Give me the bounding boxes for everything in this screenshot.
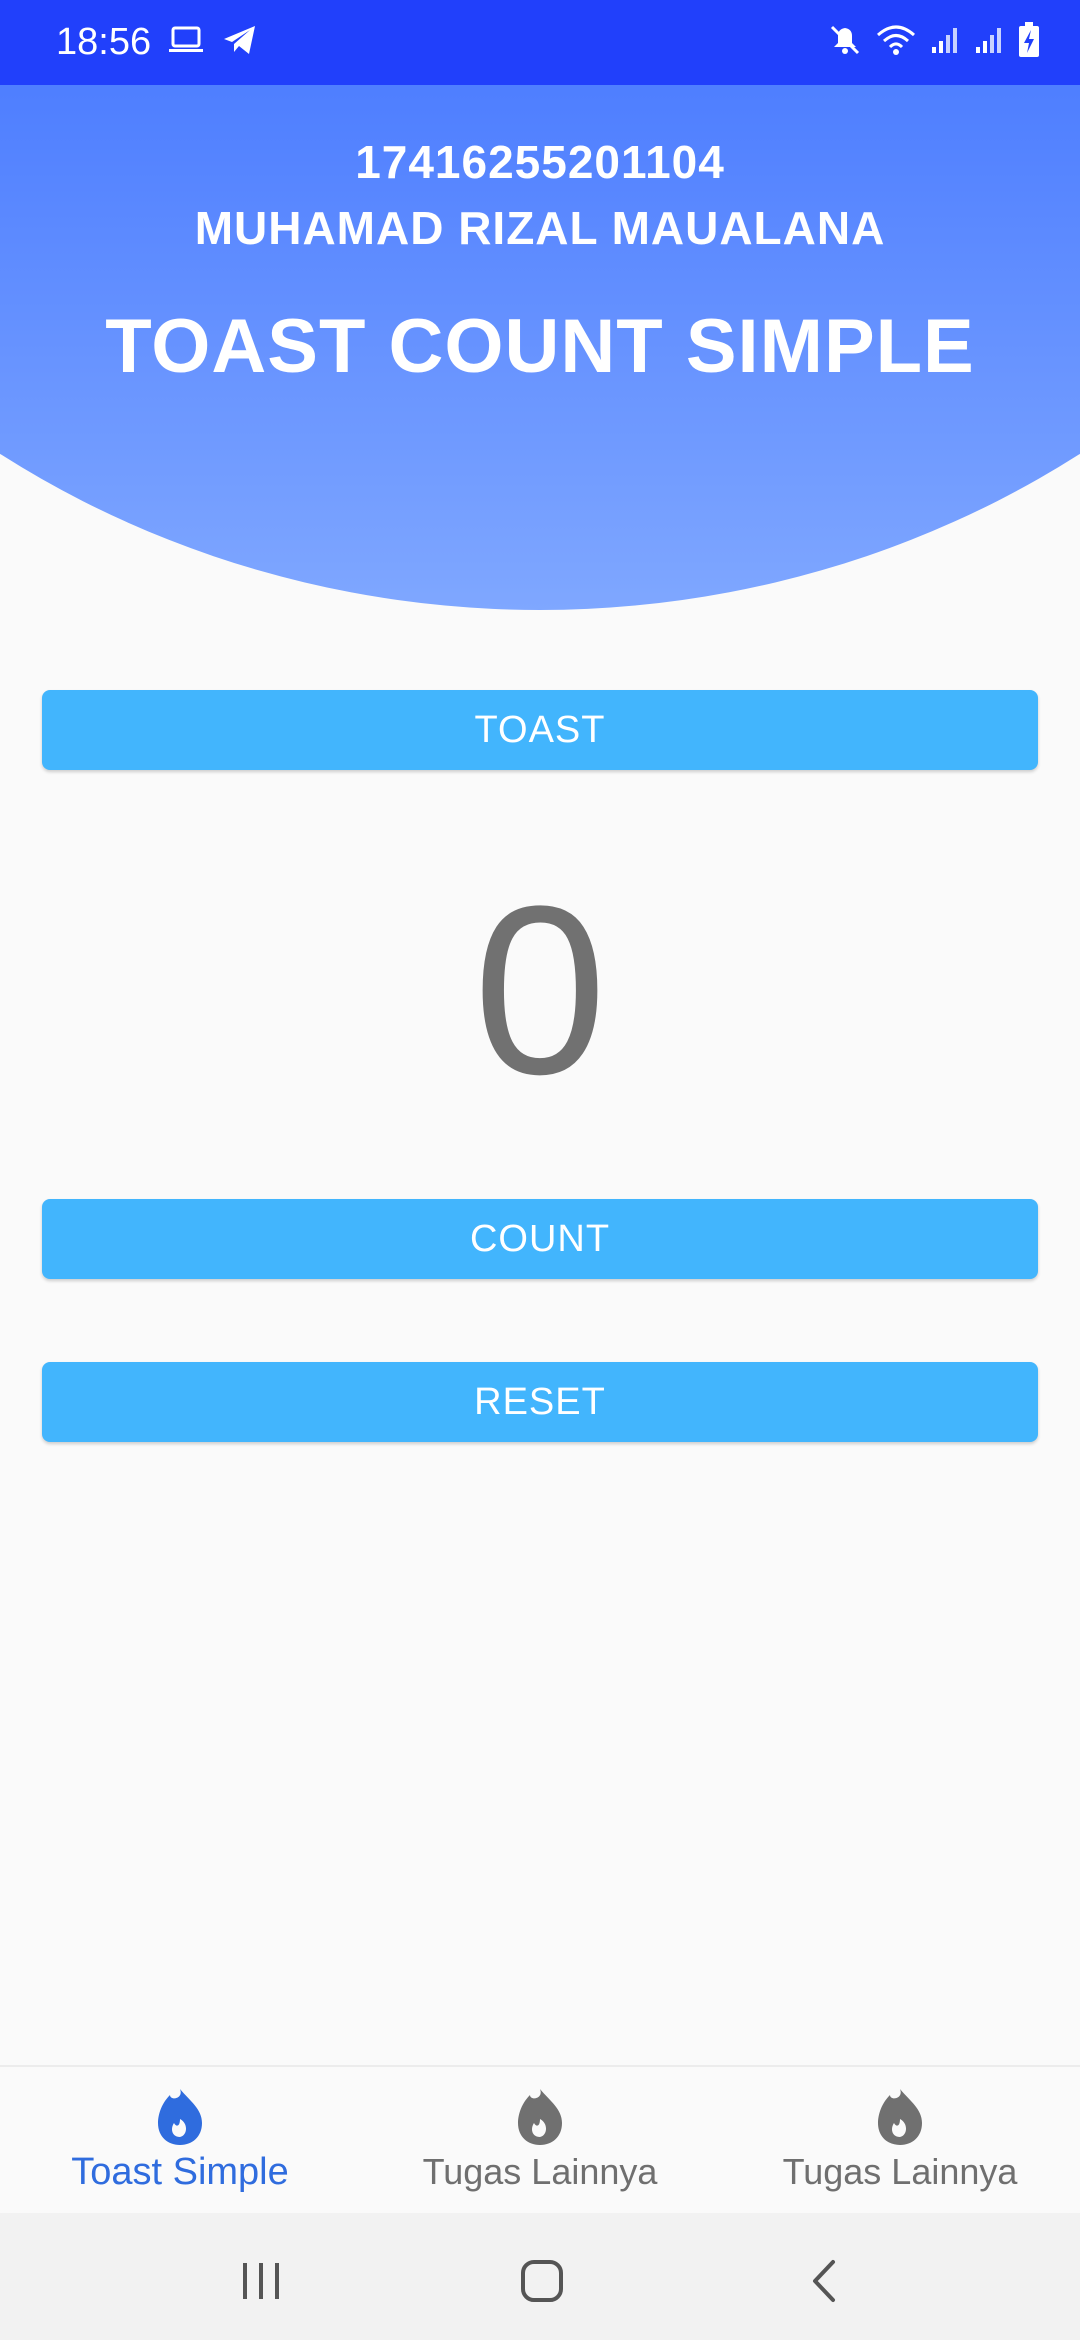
count-button[interactable]: COUNT (42, 1199, 1038, 1279)
nav-label: Toast Simple (71, 2151, 289, 2193)
status-right-icons (828, 22, 1040, 63)
toast-button[interactable]: TOAST (42, 690, 1038, 770)
home-icon (521, 2260, 563, 2302)
recents-icon (243, 2263, 279, 2299)
nav-item-tugas-lainnya-1[interactable]: Tugas Lainnya (360, 2067, 720, 2215)
system-navigation-bar (0, 2213, 1080, 2340)
battery-charging-icon (1018, 22, 1040, 63)
nav-item-tugas-lainnya-2[interactable]: Tugas Lainnya (720, 2067, 1080, 2215)
status-time: 18:56 (56, 21, 152, 63)
page-title: TOAST COUNT SIMPLE (105, 304, 975, 389)
header: 17416255201104 MUHAMAD RIZAL MAUALANA TO… (0, 85, 1080, 610)
recents-button[interactable] (232, 2251, 292, 2311)
reset-button[interactable]: RESET (42, 1362, 1038, 1442)
signal-icon (930, 25, 960, 60)
wifi-icon (876, 23, 916, 62)
mute-icon (828, 23, 862, 62)
nav-label: Tugas Lainnya (782, 2151, 1018, 2192)
flame-icon (154, 2087, 206, 2147)
home-button[interactable] (512, 2251, 572, 2311)
nav-label: Tugas Lainnya (422, 2151, 658, 2192)
back-button[interactable] (795, 2251, 855, 2311)
flame-icon (874, 2087, 926, 2147)
count-display: 0 (473, 856, 607, 1124)
status-bar: 18:56 (0, 0, 1080, 85)
nav-item-toast-simple[interactable]: Toast Simple (0, 2067, 360, 2215)
telegram-icon (222, 24, 258, 61)
flame-icon (514, 2087, 566, 2147)
signal-icon (974, 25, 1004, 60)
bottom-navigation: Toast Simple Tugas Lainnya Tugas Lainnya (0, 2065, 1080, 2215)
laptop-icon (168, 25, 204, 60)
back-icon (813, 2260, 835, 2302)
student-name: MUHAMAD RIZAL MAUALANA (194, 202, 886, 254)
student-id: 17416255201104 (355, 136, 725, 188)
status-left-icons (168, 24, 258, 61)
